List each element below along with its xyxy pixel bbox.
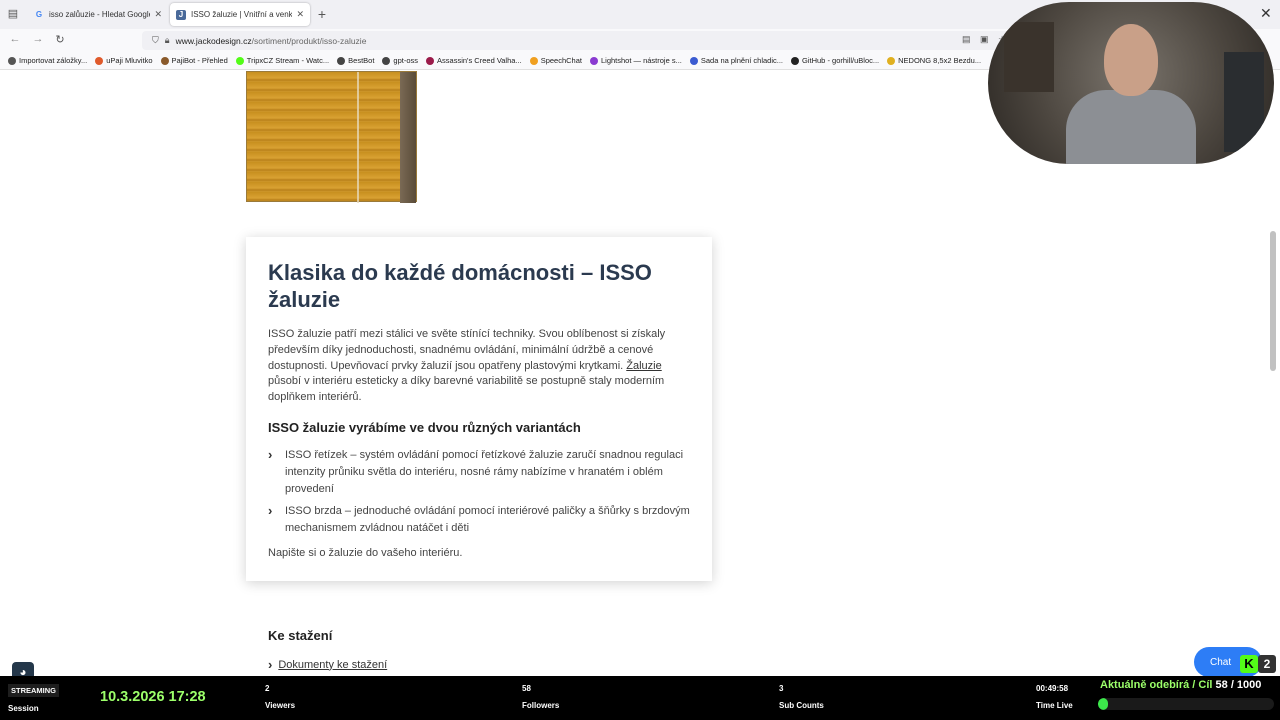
close-tab-icon[interactable]: ✕: [154, 9, 162, 20]
close-window-icon[interactable]: ✕: [1260, 5, 1272, 22]
bookmark-favicon-icon: [689, 56, 698, 65]
documents-download-link[interactable]: Dokumenty ke stažení: [278, 659, 387, 671]
kick-viewer-count: 2: [1258, 655, 1276, 673]
bookmark-item[interactable]: BestBot: [337, 56, 374, 65]
kick-logo-icon: K: [1240, 655, 1258, 673]
subs-label: Sub Counts: [779, 701, 824, 710]
scrollbar-thumb[interactable]: [1270, 231, 1276, 371]
bookmark-favicon-icon: [887, 56, 896, 65]
forward-icon[interactable]: →: [31, 33, 45, 45]
tab-title: isso zalůuzie - Hledat Googlem: [49, 10, 151, 19]
stream-datetime: 10.3.2026 17:28: [100, 689, 206, 705]
variants-list: › ISSO řetízek – systém ovládání pomocí ř…: [268, 447, 690, 537]
list-item: › ISSO brzda – jednoduché ovládání pomocí…: [268, 503, 690, 535]
pip-icon[interactable]: ▣: [980, 34, 989, 45]
sub-goal-text: Aktuálně odebírá / Cíl 58 / 1000: [1100, 679, 1262, 691]
bookmark-favicon-icon: [529, 56, 538, 65]
zaluzie-link[interactable]: Žaluzie: [626, 360, 661, 372]
variants-subheading: ISSO žaluzie vyrábíme ve dvou různých va…: [268, 419, 581, 435]
tab-jackodesign[interactable]: J ISSO žaluzie | Vnitřní a venkovní ✕: [170, 3, 310, 26]
list-item: › ISSO řetízek – systém ovládání pomocí ř…: [268, 446, 684, 495]
blinds-product-image: [246, 71, 417, 203]
address-bar[interactable]: ⛉ 🔒︎ www.jackodesign.cz /sortiment/produ…: [142, 31, 1012, 50]
live-time-value: 00:49:58: [1036, 684, 1069, 693]
bookmark-label: Lightshot — nástroje s...: [600, 56, 682, 65]
close-tab-icon[interactable]: ✕: [296, 9, 304, 20]
shield-icon[interactable]: ⛉: [152, 35, 159, 46]
chevron-right-icon: ›: [268, 657, 273, 672]
bookmark-favicon-icon: [8, 56, 16, 65]
bookmark-item[interactable]: NEDONG 8,5x2 Bezdu...: [887, 56, 981, 65]
bookmark-favicon-icon: [235, 56, 244, 65]
bookmark-item[interactable]: Assassin's Creed Valha...: [426, 56, 522, 65]
bookmark-item[interactable]: Lightshot — nástroje s...: [589, 56, 682, 65]
google-favicon-icon: G: [35, 9, 43, 19]
url-domain: www.jackodesign.cz: [175, 35, 252, 46]
bookmark-label: TripxCZ Stream - Watc...: [246, 56, 330, 65]
chevron-right-icon: ›: [268, 503, 273, 519]
bookmark-item[interactable]: Sada na plnění chladic...: [689, 56, 784, 65]
article-outro: Napište si o žaluzie do vašeho interiéru…: [268, 546, 463, 559]
reload-icon[interactable]: ↻: [53, 33, 67, 46]
bookmark-favicon-icon: [382, 56, 391, 65]
bookmark-item[interactable]: uPaji Mluvitko: [95, 56, 153, 65]
stream-stats-bar: STREAMING Session 10.3.2026 17:28 2 View…: [0, 676, 1280, 720]
tab-google-search[interactable]: G isso zalůuzie - Hledat Googlem ✕: [28, 3, 168, 26]
article-intro: ISSO žaluzie patří mezi stálici ve světe…: [268, 328, 666, 404]
article-heading: Klasika do každé domácnosti – ISSO žaluz…: [268, 260, 652, 312]
bookmark-favicon-icon: [160, 56, 169, 65]
sub-goal-progress: [1098, 698, 1274, 710]
bookmark-label: PajiBot - Přehled: [171, 56, 228, 65]
bookmark-item[interactable]: gpt-oss: [382, 56, 418, 65]
cookie-settings-icon[interactable]: ◕: [12, 662, 34, 676]
bookmark-label: BestBot: [348, 56, 375, 65]
bookmark-item[interactable]: GitHub - gorhill/uBloc...: [791, 56, 879, 65]
live-time-label: Time Live: [1036, 701, 1073, 710]
followers-value: 58: [522, 684, 531, 693]
bookmark-label: GitHub - gorhill/uBloc...: [802, 56, 880, 65]
reader-view-icon[interactable]: ▤: [962, 34, 971, 45]
tab-title: ISSO žaluzie | Vnitřní a venkovní: [191, 10, 293, 19]
bookmark-label: Assassin's Creed Valha...: [437, 56, 522, 65]
bookmark-label: Importovat záložky...: [19, 56, 88, 65]
subs-value: 3: [779, 684, 784, 693]
chevron-right-icon: ›: [268, 446, 273, 462]
session-label: Session: [8, 704, 39, 713]
new-tab-icon[interactable]: +: [314, 6, 330, 22]
tab-list-icon[interactable]: ▤: [6, 7, 20, 21]
bookmark-favicon-icon: [791, 56, 800, 65]
bookmark-favicon-icon: [337, 56, 346, 65]
bookmark-label: gpt-oss: [393, 56, 419, 65]
article-card: Klasika do každé domácnosti – ISSO žaluz…: [246, 237, 712, 581]
back-icon[interactable]: ←: [8, 33, 22, 45]
bookmark-item[interactable]: SpeechChat: [529, 56, 582, 65]
streaming-badge: STREAMING: [8, 684, 59, 697]
bookmark-label: NEDONG 8,5x2 Bezdu...: [898, 56, 982, 65]
site-favicon-icon: J: [176, 9, 186, 20]
bookmark-label: Sada na plnění chladic...: [700, 56, 784, 65]
bookmark-item[interactable]: TripxCZ Stream - Watc...: [235, 56, 330, 65]
bookmark-favicon-icon: [95, 56, 104, 65]
bookmark-item[interactable]: Importovat záložky...: [8, 56, 87, 65]
webcam-overlay: [988, 2, 1274, 164]
viewers-label: Viewers: [265, 701, 296, 710]
downloads-item: › Dokumenty ke stažení: [268, 657, 387, 672]
bookmark-label: uPaji Mluvitko: [106, 56, 153, 65]
followers-label: Followers: [522, 701, 560, 710]
bookmark-label: SpeechChat: [540, 56, 582, 65]
url-path: /sortiment/produkt/isso-zaluzie: [251, 35, 367, 46]
bookmark-item[interactable]: PajiBot - Přehled: [160, 56, 228, 65]
bookmark-favicon-icon: [426, 56, 435, 65]
viewers-value: 2: [265, 684, 270, 693]
downloads-title: Ke stažení: [268, 628, 333, 643]
lock-icon[interactable]: 🔒︎: [165, 35, 170, 46]
bookmark-favicon-icon: [589, 56, 598, 65]
